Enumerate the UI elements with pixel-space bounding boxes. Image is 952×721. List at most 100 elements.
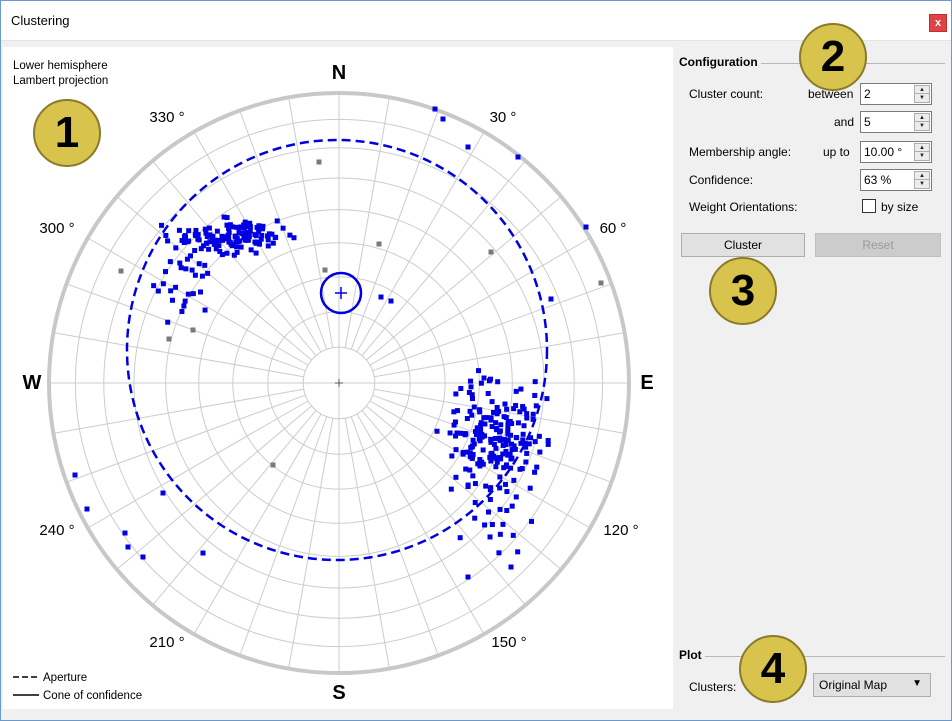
pole-point: [160, 281, 166, 287]
by-size-label[interactable]: by size: [881, 200, 918, 214]
pole-point: [494, 405, 500, 411]
pole-point: [529, 518, 535, 524]
pole-point: [493, 420, 499, 426]
pole-point: [280, 225, 286, 231]
pole-point: [508, 564, 514, 570]
spin-down-icon[interactable]: ▼: [915, 94, 929, 102]
pole-point: [486, 509, 492, 515]
pole-point: [487, 534, 493, 540]
membership-angle-arrows[interactable]: ▲ ▼: [914, 143, 930, 161]
azimuth-line: [374, 332, 625, 378]
cluster-min-arrows[interactable]: ▲ ▼: [914, 85, 930, 103]
pole-point: [472, 500, 478, 506]
pole-point: [140, 554, 146, 560]
pole-point: [477, 409, 483, 415]
pole-point: [511, 477, 517, 483]
spin-down-icon[interactable]: ▼: [915, 152, 929, 160]
pole-point: [519, 466, 525, 472]
compass-north: N: [332, 62, 346, 84]
projection-hemisphere-label: Lower hemisphere: [13, 60, 108, 72]
pole-point: [151, 283, 157, 289]
outlier-point: [322, 267, 328, 273]
pole-point: [469, 444, 475, 450]
pole-point: [260, 226, 266, 232]
degree-label-150: 150 °: [491, 634, 526, 651]
pole-point: [583, 224, 589, 230]
pole-point: [482, 522, 488, 528]
spin-up-icon[interactable]: ▲: [915, 144, 929, 152]
pole-point: [165, 238, 171, 244]
pole-point: [510, 532, 516, 538]
confidence-arrows[interactable]: ▲ ▼: [914, 171, 930, 189]
pole-point: [530, 411, 536, 417]
pole-point: [453, 391, 459, 397]
aperture-circle: [125, 138, 549, 562]
degree-label-330: 330 °: [149, 109, 184, 126]
chevron-down-icon[interactable]: ▼: [912, 678, 922, 689]
cluster-max-arrows[interactable]: ▲ ▼: [914, 113, 930, 131]
pole-point: [461, 430, 467, 436]
pole-point: [447, 430, 453, 436]
stereonet-canvas[interactable]: Lower hemisphere Lambert projection N S …: [3, 47, 673, 709]
by-size-checkbox[interactable]: [862, 199, 876, 213]
azimuth-line: [239, 416, 328, 656]
pole-point: [494, 411, 500, 417]
pole-point: [485, 390, 491, 396]
pole-point: [190, 291, 196, 297]
pole-point: [496, 550, 502, 556]
pole-point: [487, 496, 493, 502]
pole-point: [532, 392, 538, 398]
confidence-spinner[interactable]: 63 % ▲ ▼: [860, 169, 932, 191]
pole-point: [479, 459, 485, 465]
pole-point: [179, 308, 185, 314]
upto-label: up to: [823, 145, 850, 159]
pole-point: [465, 574, 471, 580]
pole-point: [453, 474, 459, 480]
pole-point: [454, 430, 460, 436]
azimuth-line: [288, 418, 334, 669]
pole-point: [449, 453, 455, 459]
pole-point: [242, 237, 248, 243]
pole-point: [265, 233, 271, 239]
pole-point: [269, 231, 275, 237]
pole-point: [182, 234, 188, 240]
spin-down-icon[interactable]: ▼: [915, 122, 929, 130]
and-label: and: [834, 115, 855, 129]
cluster-min-spinner[interactable]: 2 ▲ ▼: [860, 83, 932, 105]
azimuth-line: [356, 131, 485, 353]
pole-point: [501, 414, 507, 420]
pole-point: [511, 443, 517, 449]
cluster-button[interactable]: Cluster: [681, 233, 805, 257]
membership-angle-spinner[interactable]: 10.00 ° ▲ ▼: [860, 141, 932, 163]
pole-point: [484, 415, 490, 421]
pole-point: [159, 222, 165, 228]
spin-up-icon[interactable]: ▲: [915, 114, 929, 122]
pole-point: [434, 428, 440, 434]
spin-up-icon[interactable]: ▲: [915, 86, 929, 94]
pole-point: [440, 116, 446, 122]
clusters-select[interactable]: Original Map ▼: [813, 673, 931, 697]
pole-point: [244, 230, 250, 236]
azimuth-line: [372, 283, 612, 372]
pole-point: [520, 431, 526, 437]
pole-point: [515, 549, 521, 555]
pole-point: [241, 222, 247, 228]
pole-point: [534, 464, 540, 470]
pole-point: [452, 419, 458, 425]
pole-point: [465, 483, 471, 489]
spin-down-icon[interactable]: ▼: [915, 180, 929, 188]
stereonet-plot[interactable]: Lower hemisphere Lambert projection N S …: [3, 47, 673, 709]
pole-point: [502, 401, 508, 407]
degree-label-300: 300 °: [39, 220, 74, 237]
pole-point: [505, 419, 511, 425]
pole-point: [200, 550, 206, 556]
close-button[interactable]: x: [929, 14, 947, 32]
pole-point: [448, 486, 454, 492]
pole-point: [248, 247, 254, 253]
cluster-max-spinner[interactable]: 5 ▲ ▼: [860, 111, 932, 133]
clustering-window: Clustering x Lower hemisphere Lambert pr…: [0, 0, 952, 721]
reset-button[interactable]: Reset: [815, 233, 941, 257]
spin-up-icon[interactable]: ▲: [915, 172, 929, 180]
pole-point: [378, 294, 384, 300]
pole-point: [215, 237, 221, 243]
